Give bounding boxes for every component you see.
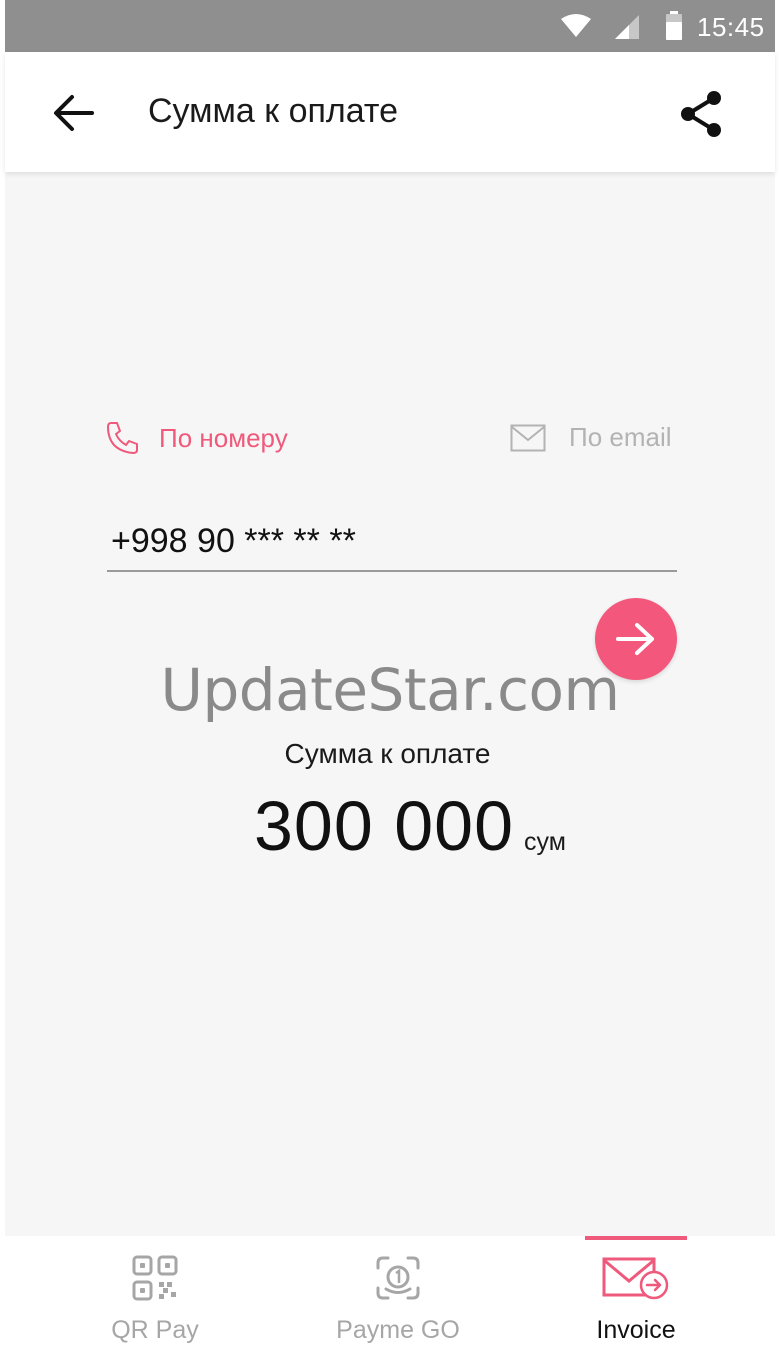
tab-by-phone[interactable]: По номеру (105, 420, 288, 456)
nav-item-qr-pay[interactable]: QR Pay (85, 1236, 225, 1370)
app-screen: 15:45 Сумма к оплате По номеру По email … (5, 0, 775, 1370)
tab-by-phone-label: По номеру (159, 422, 288, 453)
mail-icon (510, 424, 546, 451)
back-button[interactable] (45, 88, 101, 138)
nav-label-qr-pay: QR Pay (111, 1316, 199, 1344)
app-bar: Сумма к оплате (5, 52, 775, 172)
arrow-forward-icon (616, 623, 654, 655)
tab-by-email-label: По email (569, 422, 672, 452)
invoice-icon (602, 1257, 669, 1300)
amount-label: Сумма к оплате (284, 738, 491, 769)
battery-icon (666, 11, 682, 40)
nav-item-invoice[interactable]: Invoice (585, 1236, 687, 1370)
amount-display: 300 000 сум (254, 786, 566, 866)
nav-item-payme-go[interactable]: Payme GO (323, 1236, 473, 1370)
share-icon (681, 91, 721, 137)
bottom-nav: QR Pay Payme GO Invoice (5, 1236, 775, 1370)
watermark: UpdateStar.com (160, 656, 620, 724)
tab-by-email[interactable]: По email (510, 422, 672, 453)
arrow-back-icon (54, 95, 94, 131)
amount-value: 300 000 (254, 787, 515, 865)
page-title: Сумма к оплате (148, 92, 399, 130)
wifi-icon (561, 14, 591, 37)
signal-icon (615, 15, 639, 39)
qr-code-icon (132, 1255, 178, 1301)
amount-currency: сум (524, 828, 566, 856)
share-button[interactable] (673, 86, 729, 142)
phone-icon (107, 422, 138, 454)
nav-label-invoice: Invoice (596, 1316, 676, 1344)
active-tab-indicator (585, 1236, 687, 1240)
payme-go-icon (376, 1256, 420, 1300)
status-time: 15:45 (697, 12, 765, 42)
status-bar: 15:45 (5, 0, 775, 52)
phone-input[interactable] (107, 512, 677, 572)
nav-label-payme-go: Payme GO (336, 1316, 460, 1344)
